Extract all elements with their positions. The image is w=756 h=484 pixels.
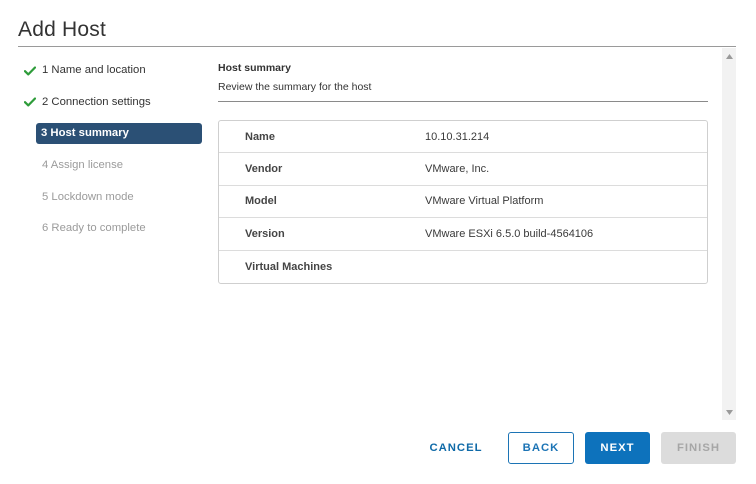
section-divider (218, 101, 708, 102)
next-button[interactable]: NEXT (585, 432, 650, 464)
table-row: Version VMware ESXi 6.5.0 build-4564106 (219, 218, 707, 251)
row-value: 10.10.31.214 (425, 130, 490, 143)
host-summary-table: Name 10.10.31.214 Vendor VMware, Inc. Mo… (218, 120, 708, 284)
finish-button[interactable]: FINISH (661, 432, 736, 464)
title-divider (18, 46, 736, 47)
table-row: Name 10.10.31.214 (219, 121, 707, 154)
table-row: Virtual Machines (219, 251, 707, 283)
step-connection-settings[interactable]: 2 Connection settings (18, 92, 202, 113)
vertical-scrollbar[interactable] (722, 48, 736, 420)
step-label: 1 Name and location (42, 64, 146, 76)
step-content: Host summary Review the summary for the … (218, 60, 708, 284)
wizard-steps: 1 Name and location 2 Connection setting… (18, 60, 202, 250)
row-key: Virtual Machines (245, 260, 333, 273)
check-icon (23, 60, 37, 81)
step-label: 3 Host summary (41, 127, 129, 140)
step-lockdown-mode: 5 Lockdown mode (18, 187, 202, 208)
row-value: VMware ESXi 6.5.0 build-4564106 (425, 227, 594, 240)
section-title: Host summary (218, 62, 291, 74)
row-key: Name (245, 130, 275, 143)
table-row: Model VMware Virtual Platform (219, 186, 707, 219)
dialog-title: Add Host (18, 18, 106, 41)
scroll-down-arrow-icon[interactable] (722, 406, 736, 418)
step-assign-license: 4 Assign license (18, 155, 202, 176)
row-key: Version (245, 227, 285, 240)
section-subtitle: Review the summary for the host (218, 81, 372, 93)
row-value: VMware Virtual Platform (425, 195, 544, 208)
row-key: Vendor (245, 163, 283, 176)
row-value: VMware, Inc. (425, 163, 490, 176)
step-label: 5 Lockdown mode (42, 190, 134, 203)
step-label: 6 Ready to complete (42, 222, 146, 235)
step-label: 4 Assign license (42, 159, 124, 172)
step-name-and-location[interactable]: 1 Name and location (18, 60, 202, 81)
step-ready-to-complete: 6 Ready to complete (18, 218, 202, 239)
row-key: Model (245, 195, 277, 208)
cancel-button[interactable]: CANCEL (420, 432, 492, 464)
step-label: 2 Connection settings (42, 95, 151, 108)
check-icon (23, 92, 37, 113)
scroll-up-arrow-icon[interactable] (722, 50, 736, 62)
back-button[interactable]: BACK (508, 432, 574, 464)
step-host-summary[interactable]: 3 Host summary (36, 123, 202, 145)
table-row: Vendor VMware, Inc. (219, 153, 707, 186)
